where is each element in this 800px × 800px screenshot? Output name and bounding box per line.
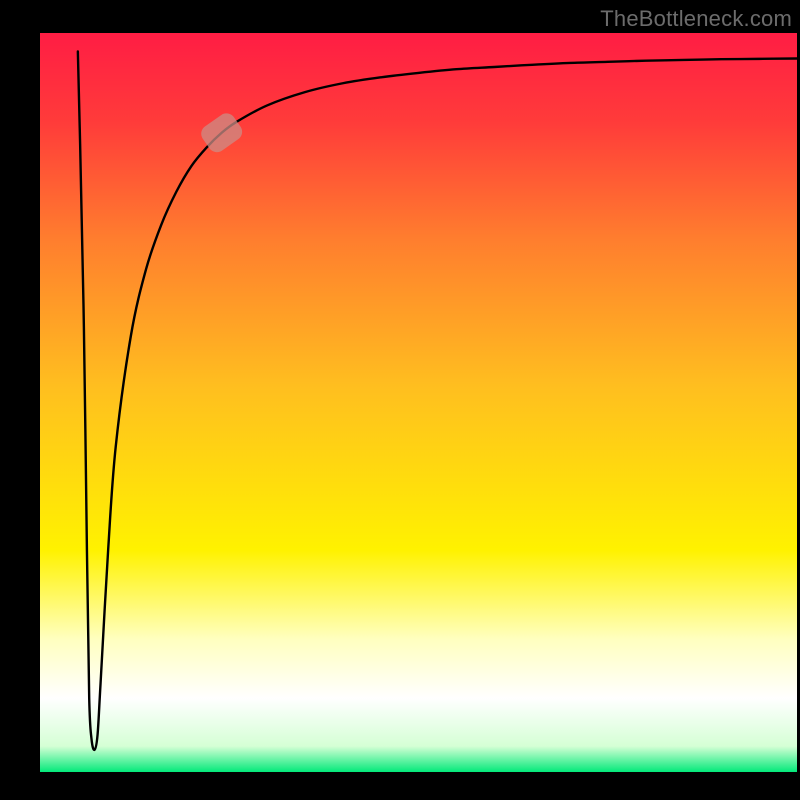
watermark-text: TheBottleneck.com (600, 6, 792, 32)
plot-background (40, 33, 797, 772)
bottleneck-chart (0, 0, 800, 800)
chart-stage: TheBottleneck.com (0, 0, 800, 800)
